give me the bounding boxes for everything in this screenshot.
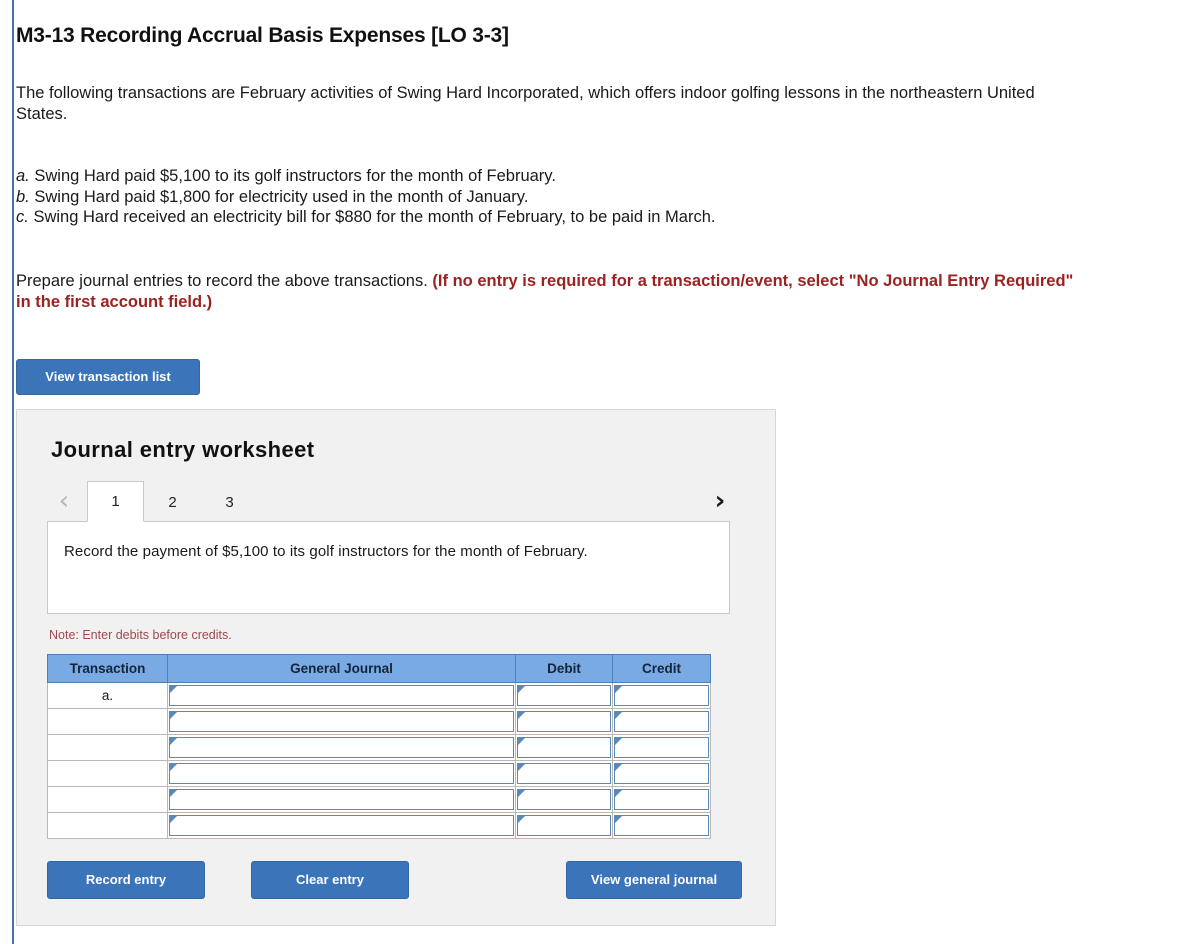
cell-credit-4[interactable] [612,760,711,787]
cell-general-journal-1[interactable] [167,682,516,709]
account-select-4[interactable] [169,763,514,784]
table-row [47,708,711,735]
credit-input-5[interactable] [614,789,709,810]
clear-entry-button[interactable]: Clear entry [251,861,409,899]
credit-input-1[interactable] [614,685,709,706]
tab-2[interactable]: 2 [144,482,201,522]
worksheet-tabs: ‹ 1 2 3 › [47,481,745,522]
table-row [47,812,711,839]
tab-strip: 1 2 3 [87,481,258,522]
cell-general-journal-2[interactable] [167,708,516,735]
view-transaction-list-button[interactable]: View transaction list [16,359,200,395]
cell-credit-6[interactable] [612,812,711,839]
cell-credit-5[interactable] [612,786,711,813]
cell-credit-1[interactable] [612,682,711,709]
account-select-5[interactable] [169,789,514,810]
debits-before-credits-note: Note: Enter debits before credits. [49,628,232,642]
debit-input-2[interactable] [517,711,611,732]
instructions-paragraph: Prepare journal entries to record the ab… [16,271,1076,313]
transaction-label-a: a. [16,167,30,185]
cell-transaction-5 [47,786,168,813]
instructions-plain: Prepare journal entries to record the ab… [16,271,428,290]
view-general-journal-button[interactable]: View general journal [566,861,742,899]
account-select-2[interactable] [169,711,514,732]
worksheet-prompt-box: Record the payment of $5,100 to its golf… [47,521,730,614]
cell-debit-1[interactable] [515,682,613,709]
cell-debit-4[interactable] [515,760,613,787]
transaction-text-c: Swing Hard received an electricity bill … [33,208,716,226]
cell-debit-5[interactable] [515,786,613,813]
worksheet-title: Journal entry worksheet [51,437,315,462]
transaction-text-b: Swing Hard paid $1,800 for electricity u… [34,187,529,206]
transaction-text-a: Swing Hard paid $5,100 to its golf instr… [34,167,556,185]
cell-transaction-2 [47,708,168,735]
cell-general-journal-4[interactable] [167,760,516,787]
worksheet-action-buttons: Record entry Clear entry View general jo… [47,861,745,899]
record-entry-button[interactable]: Record entry [47,861,205,899]
transaction-label-b: b. [16,187,30,206]
page-left-rule [12,0,14,944]
cell-credit-3[interactable] [612,734,711,761]
cell-debit-2[interactable] [515,708,613,735]
cell-general-journal-3[interactable] [167,734,516,761]
cell-debit-6[interactable] [515,812,613,839]
credit-input-2[interactable] [614,711,709,732]
account-select-3[interactable] [169,737,514,758]
account-select-1[interactable] [169,685,514,706]
cell-transaction-3 [47,734,168,761]
cell-transaction-1: a. [47,682,168,709]
table-row [47,760,711,787]
problem-intro-text: The following transactions are February … [16,84,1035,123]
tab-3[interactable]: 3 [201,482,258,522]
cell-credit-2[interactable] [612,708,711,735]
column-header-transaction: Transaction [47,654,168,683]
column-header-credit: Credit [612,654,711,683]
debit-input-5[interactable] [517,789,611,810]
cell-debit-3[interactable] [515,734,613,761]
table-row: a. [47,682,711,709]
debit-input-3[interactable] [517,737,611,758]
journal-entry-worksheet-panel: Journal entry worksheet ‹ 1 2 3 › Record… [16,409,776,926]
credit-input-4[interactable] [614,763,709,784]
account-select-6[interactable] [169,815,514,836]
worksheet-prompt-text: Record the payment of $5,100 to its golf… [64,543,588,560]
table-row [47,786,711,813]
credit-input-3[interactable] [614,737,709,758]
page-title: M3-13 Recording Accrual Basis Expenses [… [16,24,509,47]
transaction-list: a. Swing Hard paid $5,100 to its golf in… [16,166,1186,228]
cell-transaction-4 [47,760,168,787]
transaction-item-a: a. Swing Hard paid $5,100 to its golf in… [16,166,1186,187]
debit-input-1[interactable] [517,685,611,706]
page-content: M3-13 Recording Accrual Basis Expenses [… [16,0,1186,926]
cell-general-journal-5[interactable] [167,786,516,813]
transaction-item-b: b. Swing Hard paid $1,800 for electricit… [16,187,1186,208]
table-header-row: Transaction General Journal Debit Credit [47,654,711,683]
transaction-label-c: c. [16,208,29,226]
chevron-left-icon[interactable]: ‹ [51,487,77,517]
tab-1[interactable]: 1 [87,481,144,522]
column-header-general-journal: General Journal [167,654,516,683]
cell-transaction-6 [47,812,168,839]
transaction-item-c: c. Swing Hard received an electricity bi… [16,207,1186,228]
chevron-right-icon[interactable]: › [707,487,733,517]
debit-input-6[interactable] [517,815,611,836]
credit-input-6[interactable] [614,815,709,836]
cell-general-journal-6[interactable] [167,812,516,839]
column-header-debit: Debit [515,654,613,683]
debit-input-4[interactable] [517,763,611,784]
table-row [47,734,711,761]
journal-entry-table: Transaction General Journal Debit Credit… [47,654,711,839]
